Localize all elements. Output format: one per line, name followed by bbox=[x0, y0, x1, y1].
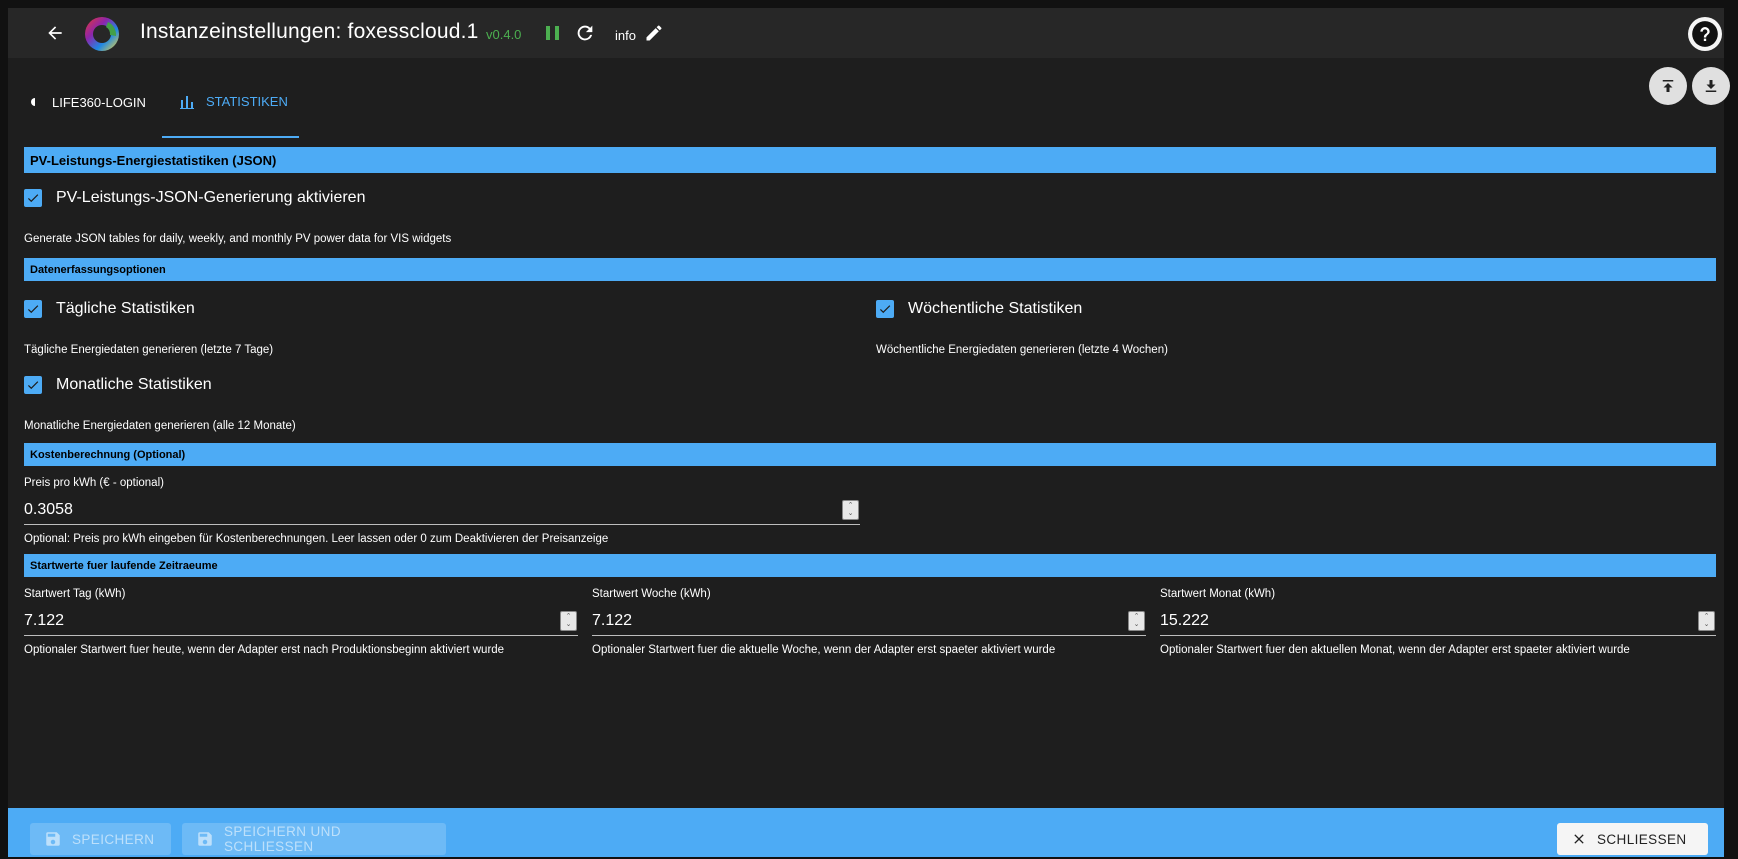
reload-button[interactable] bbox=[574, 22, 596, 44]
close-icon bbox=[1571, 831, 1587, 847]
section-header-pv-json: PV-Leistungs-Energiestatistiken (JSON) bbox=[24, 147, 1716, 173]
tab-label: LIFE360-LOGIN bbox=[52, 94, 146, 110]
daily-stats-checkbox[interactable]: Tägliche Statistiken bbox=[24, 300, 195, 318]
start-day-input-wrapper: ⌃⌄ bbox=[24, 606, 578, 636]
start-month-input-wrapper: ⌃⌄ bbox=[1160, 606, 1716, 636]
app-header: Instanzeinstellungen: foxesscloud.1 v0.4… bbox=[8, 8, 1724, 58]
tab-label: STATISTIKEN bbox=[206, 93, 288, 109]
start-month-help-text: Optionaler Startwert fuer den aktuellen … bbox=[1160, 644, 1630, 656]
checkbox-checked-icon bbox=[24, 189, 42, 207]
half-circle-icon bbox=[30, 97, 40, 107]
save-button-label: SPEICHERN bbox=[72, 831, 155, 847]
close-button[interactable]: SCHLIESSEN bbox=[1557, 823, 1708, 855]
tab-life360-login[interactable]: LIFE360-LOGIN bbox=[26, 66, 150, 138]
settings-window: Instanzeinstellungen: foxesscloud.1 v0.4… bbox=[8, 8, 1730, 857]
help-icon bbox=[1692, 21, 1718, 47]
price-per-kwh-input[interactable] bbox=[24, 500, 693, 519]
start-day-stepper[interactable]: ⌃ ⌄ bbox=[560, 610, 577, 631]
start-week-stepper[interactable]: ⌃ ⌄ bbox=[1128, 610, 1145, 631]
save-and-close-label: SPEICHERN UND SCHLIESSEN bbox=[224, 824, 341, 854]
monthly-stats-help-text: Monatliche Energiedaten generieren (alle… bbox=[24, 420, 296, 432]
reload-icon bbox=[577, 25, 593, 41]
checkbox-label: PV-Leistungs-JSON-Generierung aktivieren bbox=[56, 189, 366, 206]
info-label: info bbox=[615, 28, 636, 43]
edit-info-button[interactable] bbox=[644, 23, 664, 43]
price-input-wrapper: ⌃⌄ bbox=[24, 495, 860, 525]
tab-statistiken[interactable]: STATISTIKEN bbox=[162, 66, 299, 138]
price-stepper[interactable]: ⌃ ⌄ bbox=[842, 499, 859, 520]
upload-config-button[interactable] bbox=[1649, 67, 1687, 105]
footer-bar: SPEICHERN SPEICHERN UND SCHLIESSEN SCHLI… bbox=[8, 808, 1724, 857]
version-label: v0.4.0 bbox=[486, 27, 522, 42]
download-config-button[interactable] bbox=[1692, 67, 1730, 105]
save-and-close-button[interactable]: SPEICHERN UND SCHLIESSEN bbox=[182, 823, 446, 855]
pause-button[interactable] bbox=[544, 23, 562, 43]
price-field-label: Preis pro kWh (€ - optional) bbox=[24, 477, 164, 489]
pause-icon bbox=[546, 26, 559, 40]
monthly-stats-checkbox[interactable]: Monatliche Statistiken bbox=[24, 376, 212, 394]
checkbox-checked-icon bbox=[24, 300, 42, 318]
checkbox-label: Monatliche Statistiken bbox=[56, 376, 212, 393]
close-button-label: SCHLIESSEN bbox=[1597, 831, 1687, 847]
section-header-cost: Kostenberechnung (Optional) bbox=[24, 443, 1716, 466]
price-help-text: Optional: Preis pro kWh eingeben für Kos… bbox=[24, 533, 609, 545]
start-week-input[interactable] bbox=[592, 611, 1036, 630]
checkbox-checked-icon bbox=[24, 376, 42, 394]
pv-json-help-text: Generate JSON tables for daily, weekly, … bbox=[24, 233, 452, 245]
pencil-icon bbox=[646, 25, 662, 41]
start-day-help-text: Optionaler Startwert fuer heute, wenn de… bbox=[24, 644, 505, 656]
checkbox-label: Wöchentliche Statistiken bbox=[908, 300, 1083, 317]
checkbox-label: Tägliche Statistiken bbox=[56, 300, 195, 317]
floppy-disk-icon bbox=[44, 830, 62, 848]
page-title: Instanzeinstellungen: foxesscloud.1 bbox=[140, 20, 479, 43]
start-week-input-wrapper: ⌃⌄ bbox=[592, 606, 1146, 636]
checkbox-checked-icon bbox=[876, 300, 894, 318]
start-month-stepper[interactable]: ⌃ ⌄ bbox=[1698, 610, 1715, 631]
section-header-collection: Datenerfassungsoptionen bbox=[24, 258, 1716, 281]
start-week-label: Startwert Woche (kWh) bbox=[592, 588, 711, 600]
start-day-label: Startwert Tag (kWh) bbox=[24, 588, 126, 600]
pv-json-enable-checkbox[interactable]: PV-Leistungs-JSON-Generierung aktivieren bbox=[24, 189, 365, 207]
download-icon bbox=[1705, 80, 1717, 92]
start-day-input[interactable] bbox=[24, 611, 468, 630]
start-week-help-text: Optionaler Startwert fuer die aktuelle W… bbox=[592, 644, 1056, 656]
start-month-label: Startwert Monat (kWh) bbox=[1160, 588, 1276, 600]
upload-icon bbox=[1662, 80, 1674, 92]
save-button[interactable]: SPEICHERN bbox=[30, 823, 171, 855]
weekly-stats-help-text: Wöchentliche Energiedaten generieren (le… bbox=[876, 344, 1168, 356]
iobroker-logo-icon bbox=[85, 17, 119, 51]
help-button[interactable] bbox=[1688, 17, 1722, 51]
section-header-start-values: Startwerte fuer laufende Zeitraeume bbox=[24, 554, 1716, 577]
daily-stats-help-text: Tägliche Energiedaten generieren (letzte… bbox=[24, 344, 274, 356]
adapter-logo bbox=[82, 14, 122, 54]
back-button[interactable] bbox=[42, 20, 68, 46]
floppy-disk-icon bbox=[196, 830, 214, 848]
start-month-input[interactable] bbox=[1160, 611, 1605, 630]
chart-icon bbox=[180, 93, 194, 109]
weekly-stats-checkbox[interactable]: Wöchentliche Statistiken bbox=[876, 300, 1082, 318]
arrow-left-icon bbox=[48, 26, 62, 40]
